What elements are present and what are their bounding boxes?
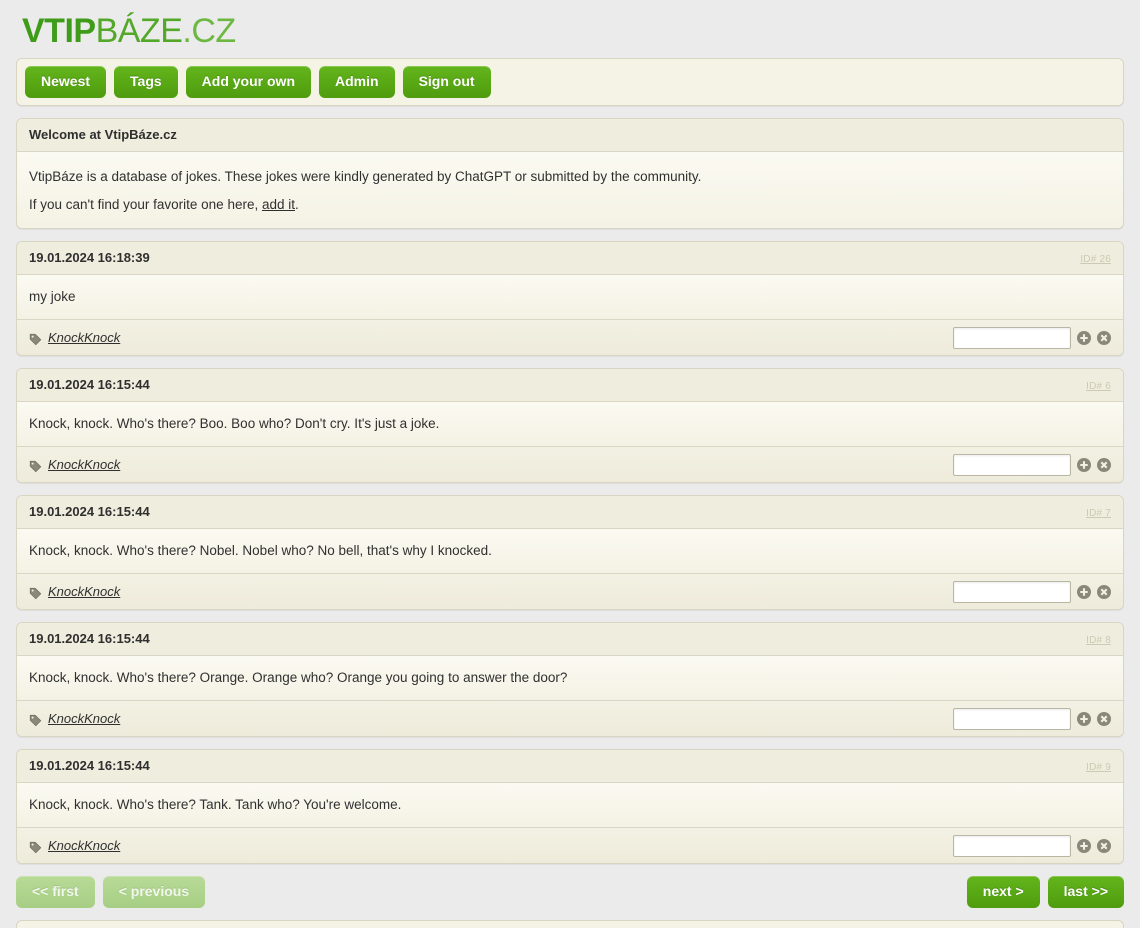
nav-newest[interactable]: Newest bbox=[25, 66, 106, 98]
joke-tag-link[interactable]: KnockKnock bbox=[48, 457, 120, 472]
pager-last-button[interactable]: last >> bbox=[1048, 876, 1124, 908]
pagination: << first < previous next > last >> bbox=[16, 876, 1124, 908]
remove-tag-icon[interactable] bbox=[1097, 712, 1111, 726]
pager-first-button[interactable]: << first bbox=[16, 876, 95, 908]
welcome-title: Welcome at VtipBáze.cz bbox=[17, 119, 1123, 152]
joke-tag-link[interactable]: KnockKnock bbox=[48, 584, 120, 599]
joke-tag-list: KnockKnock bbox=[29, 584, 120, 599]
joke-tag-list: KnockKnock bbox=[29, 330, 120, 345]
welcome-line-2-suffix: . bbox=[295, 197, 299, 212]
logo-text-tld: .CZ bbox=[182, 12, 235, 50]
welcome-line-1: VtipBáze is a database of jokes. These j… bbox=[29, 168, 1111, 186]
joke-card: 19.01.2024 16:15:44 ID# 7 Knock, knock. … bbox=[16, 495, 1124, 610]
welcome-panel: Welcome at VtipBáze.cz VtipBáze is a dat… bbox=[16, 118, 1124, 229]
joke-card: 19.01.2024 16:15:44 ID# 9 Knock, knock. … bbox=[16, 749, 1124, 864]
joke-date: 19.01.2024 16:18:39 bbox=[29, 250, 150, 265]
tag-input[interactable] bbox=[953, 835, 1071, 857]
main-navigation: Newest Tags Add your own Admin Sign out bbox=[17, 59, 1123, 105]
logo-text-light: BÁZE bbox=[96, 12, 183, 50]
tag-icon bbox=[29, 841, 42, 854]
nav-sign-out[interactable]: Sign out bbox=[403, 66, 491, 98]
joke-date: 19.01.2024 16:15:44 bbox=[29, 504, 150, 519]
navigation-panel: Newest Tags Add your own Admin Sign out bbox=[16, 58, 1124, 106]
tag-input[interactable] bbox=[953, 708, 1071, 730]
nav-admin[interactable]: Admin bbox=[319, 66, 395, 98]
joke-card: 19.01.2024 16:15:44 ID# 8 Knock, knock. … bbox=[16, 622, 1124, 737]
joke-card: 19.01.2024 16:18:39 ID# 26 my joke Knock… bbox=[16, 241, 1124, 356]
pager-previous-button[interactable]: < previous bbox=[103, 876, 205, 908]
joke-tag-list: KnockKnock bbox=[29, 457, 120, 472]
joke-tag-list: KnockKnock bbox=[29, 711, 120, 726]
joke-tag-link[interactable]: KnockKnock bbox=[48, 711, 120, 726]
joke-tag-list: KnockKnock bbox=[29, 838, 120, 853]
joke-id-link[interactable]: ID# 6 bbox=[1086, 381, 1111, 392]
welcome-line-2-prefix: If you can't find your favorite one here… bbox=[29, 197, 262, 212]
tag-input[interactable] bbox=[953, 327, 1071, 349]
tag-icon bbox=[29, 460, 42, 473]
joke-tag-link[interactable]: KnockKnock bbox=[48, 330, 120, 345]
joke-text: Knock, knock. Who's there? Nobel. Nobel … bbox=[17, 529, 1123, 573]
joke-footer: KnockKnock bbox=[17, 700, 1123, 736]
joke-header: 19.01.2024 16:15:44 ID# 9 bbox=[17, 750, 1123, 783]
joke-text: Knock, knock. Who's there? Orange. Orang… bbox=[17, 656, 1123, 700]
add-tag-icon[interactable] bbox=[1077, 585, 1091, 599]
joke-footer: KnockKnock bbox=[17, 319, 1123, 355]
joke-header: 19.01.2024 16:15:44 ID# 6 bbox=[17, 369, 1123, 402]
add-tag-icon[interactable] bbox=[1077, 331, 1091, 345]
page-footer: Copyright © Michal A. Valášek - Altairis… bbox=[16, 920, 1124, 928]
pagination-right: next > last >> bbox=[967, 876, 1124, 908]
page-root: VTIPBÁZE.CZ Newest Tags Add your own Adm… bbox=[0, 0, 1140, 928]
joke-header: 19.01.2024 16:15:44 ID# 7 bbox=[17, 496, 1123, 529]
tag-icon bbox=[29, 714, 42, 727]
joke-footer: KnockKnock bbox=[17, 827, 1123, 863]
joke-id-link[interactable]: ID# 8 bbox=[1086, 635, 1111, 646]
joke-header: 19.01.2024 16:18:39 ID# 26 bbox=[17, 242, 1123, 275]
remove-tag-icon[interactable] bbox=[1097, 585, 1111, 599]
tag-icon bbox=[29, 333, 42, 346]
joke-date: 19.01.2024 16:15:44 bbox=[29, 377, 150, 392]
remove-tag-icon[interactable] bbox=[1097, 458, 1111, 472]
joke-tag-actions bbox=[953, 835, 1111, 857]
joke-footer: KnockKnock bbox=[17, 446, 1123, 482]
joke-text: my joke bbox=[17, 275, 1123, 319]
remove-tag-icon[interactable] bbox=[1097, 839, 1111, 853]
logo-text-bold: VTIP bbox=[22, 12, 96, 50]
joke-date: 19.01.2024 16:15:44 bbox=[29, 631, 150, 646]
joke-tag-actions bbox=[953, 708, 1111, 730]
joke-tag-link[interactable]: KnockKnock bbox=[48, 838, 120, 853]
joke-footer: KnockKnock bbox=[17, 573, 1123, 609]
joke-tag-actions bbox=[953, 327, 1111, 349]
pager-next-button[interactable]: next > bbox=[967, 876, 1040, 908]
joke-text: Knock, knock. Who's there? Tank. Tank wh… bbox=[17, 783, 1123, 827]
joke-tag-actions bbox=[953, 581, 1111, 603]
add-tag-icon[interactable] bbox=[1077, 839, 1091, 853]
joke-tag-actions bbox=[953, 454, 1111, 476]
tag-input[interactable] bbox=[953, 454, 1071, 476]
nav-tags[interactable]: Tags bbox=[114, 66, 178, 98]
add-joke-link[interactable]: add it bbox=[262, 197, 295, 212]
joke-header: 19.01.2024 16:15:44 ID# 8 bbox=[17, 623, 1123, 656]
joke-id-link[interactable]: ID# 7 bbox=[1086, 508, 1111, 519]
nav-add-your-own[interactable]: Add your own bbox=[186, 66, 311, 98]
joke-id-link[interactable]: ID# 26 bbox=[1080, 254, 1111, 265]
joke-card: 19.01.2024 16:15:44 ID# 6 Knock, knock. … bbox=[16, 368, 1124, 483]
tag-icon bbox=[29, 587, 42, 600]
joke-text: Knock, knock. Who's there? Boo. Boo who?… bbox=[17, 402, 1123, 446]
welcome-body: VtipBáze is a database of jokes. These j… bbox=[17, 152, 1123, 228]
remove-tag-icon[interactable] bbox=[1097, 331, 1111, 345]
add-tag-icon[interactable] bbox=[1077, 712, 1091, 726]
site-logo: VTIPBÁZE.CZ bbox=[16, 0, 1124, 58]
add-tag-icon[interactable] bbox=[1077, 458, 1091, 472]
pagination-left: << first < previous bbox=[16, 876, 205, 908]
joke-date: 19.01.2024 16:15:44 bbox=[29, 758, 150, 773]
joke-id-link[interactable]: ID# 9 bbox=[1086, 762, 1111, 773]
tag-input[interactable] bbox=[953, 581, 1071, 603]
welcome-line-2: If you can't find your favorite one here… bbox=[29, 196, 1111, 214]
